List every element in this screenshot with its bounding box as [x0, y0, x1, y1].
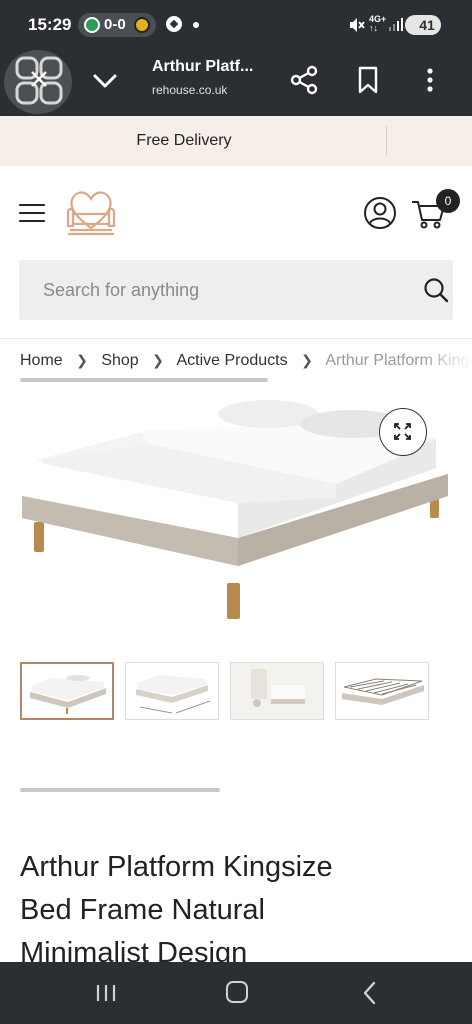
sofa-heart-logo[interactable] [62, 184, 120, 242]
product-title: Arthur Platform Kingsize Bed Frame Natur… [20, 851, 333, 969]
bed-slats-thumbnail [342, 678, 424, 705]
chevron-right-icon: ❯ [152, 352, 164, 368]
app-grid-button[interactable] [4, 50, 72, 114]
battery-level: 41 [405, 15, 441, 35]
thumbnail-4[interactable] [335, 662, 429, 720]
recents-icon[interactable] [94, 982, 118, 1004]
thumbnail-scrollbar[interactable] [20, 788, 220, 792]
promo-text[interactable]: Free Delivery [0, 132, 368, 150]
thumbnail-3[interactable] [230, 662, 324, 720]
away-team-icon [134, 17, 150, 33]
live-score-pill[interactable]: 0-0 [78, 13, 156, 37]
chevron-right-icon: ❯ [301, 352, 313, 368]
share-icon[interactable] [288, 64, 320, 96]
promo-banner: Free Delivery [0, 116, 472, 166]
search-icon[interactable] [423, 277, 449, 303]
network-type: 4G+ ↑↓ [369, 14, 387, 33]
zoom-button[interactable] [379, 408, 427, 456]
bed-dimensions-thumbnail [136, 675, 211, 714]
breadcrumb: Home ❯ Shop ❯ Active Products ❯ Arthur P… [20, 352, 472, 374]
breadcrumb-active-products[interactable]: Active Products [176, 352, 287, 369]
cart-count-badge: 0 [436, 189, 460, 213]
thumbnail-1[interactable] [20, 662, 114, 720]
back-icon[interactable] [360, 980, 380, 1006]
mute-icon [350, 18, 365, 32]
system-nav-bar [0, 962, 472, 1024]
home-team-icon [84, 17, 100, 33]
bed-room-thumbnail [231, 663, 323, 719]
account-icon[interactable] [363, 196, 397, 230]
app-grid-icon [15, 56, 63, 105]
breadcrumb-scrollbar[interactable] [20, 378, 268, 382]
notification-dot-icon [193, 22, 199, 28]
page-title: Arthur Platf... [152, 58, 254, 75]
signal-icon [389, 18, 403, 31]
chevron-right-icon: ❯ [76, 352, 88, 368]
site-header: 0 [0, 166, 472, 256]
breadcrumb-fade [422, 352, 472, 374]
section-divider [0, 338, 472, 339]
promo-divider [386, 126, 387, 156]
thumbnail-strip [0, 662, 472, 722]
menu-icon[interactable] [19, 204, 45, 224]
status-time: 15:29 [28, 15, 72, 34]
home-icon[interactable] [226, 981, 248, 1003]
browser-tab-bar: Arthur Platf... rehouse.co.uk [0, 50, 472, 116]
thumbnail-2[interactable] [125, 662, 219, 720]
search-input[interactable] [43, 278, 373, 302]
status-bar: 15:29 0-0 4G+ ↑↓ 41 [0, 0, 472, 50]
breadcrumb-shop[interactable]: Shop [101, 352, 138, 369]
bed-front-thumbnail [30, 675, 106, 714]
chevron-down-icon[interactable] [88, 64, 122, 98]
live-score: 0-0 [104, 16, 126, 33]
football-icon [166, 16, 182, 32]
breadcrumb-home[interactable]: Home [20, 352, 63, 369]
search-box [19, 260, 453, 320]
page-url: rehouse.co.uk [152, 83, 228, 97]
expand-icon [394, 423, 411, 440]
bookmark-icon[interactable] [354, 64, 382, 96]
more-vert-icon[interactable] [416, 64, 444, 96]
